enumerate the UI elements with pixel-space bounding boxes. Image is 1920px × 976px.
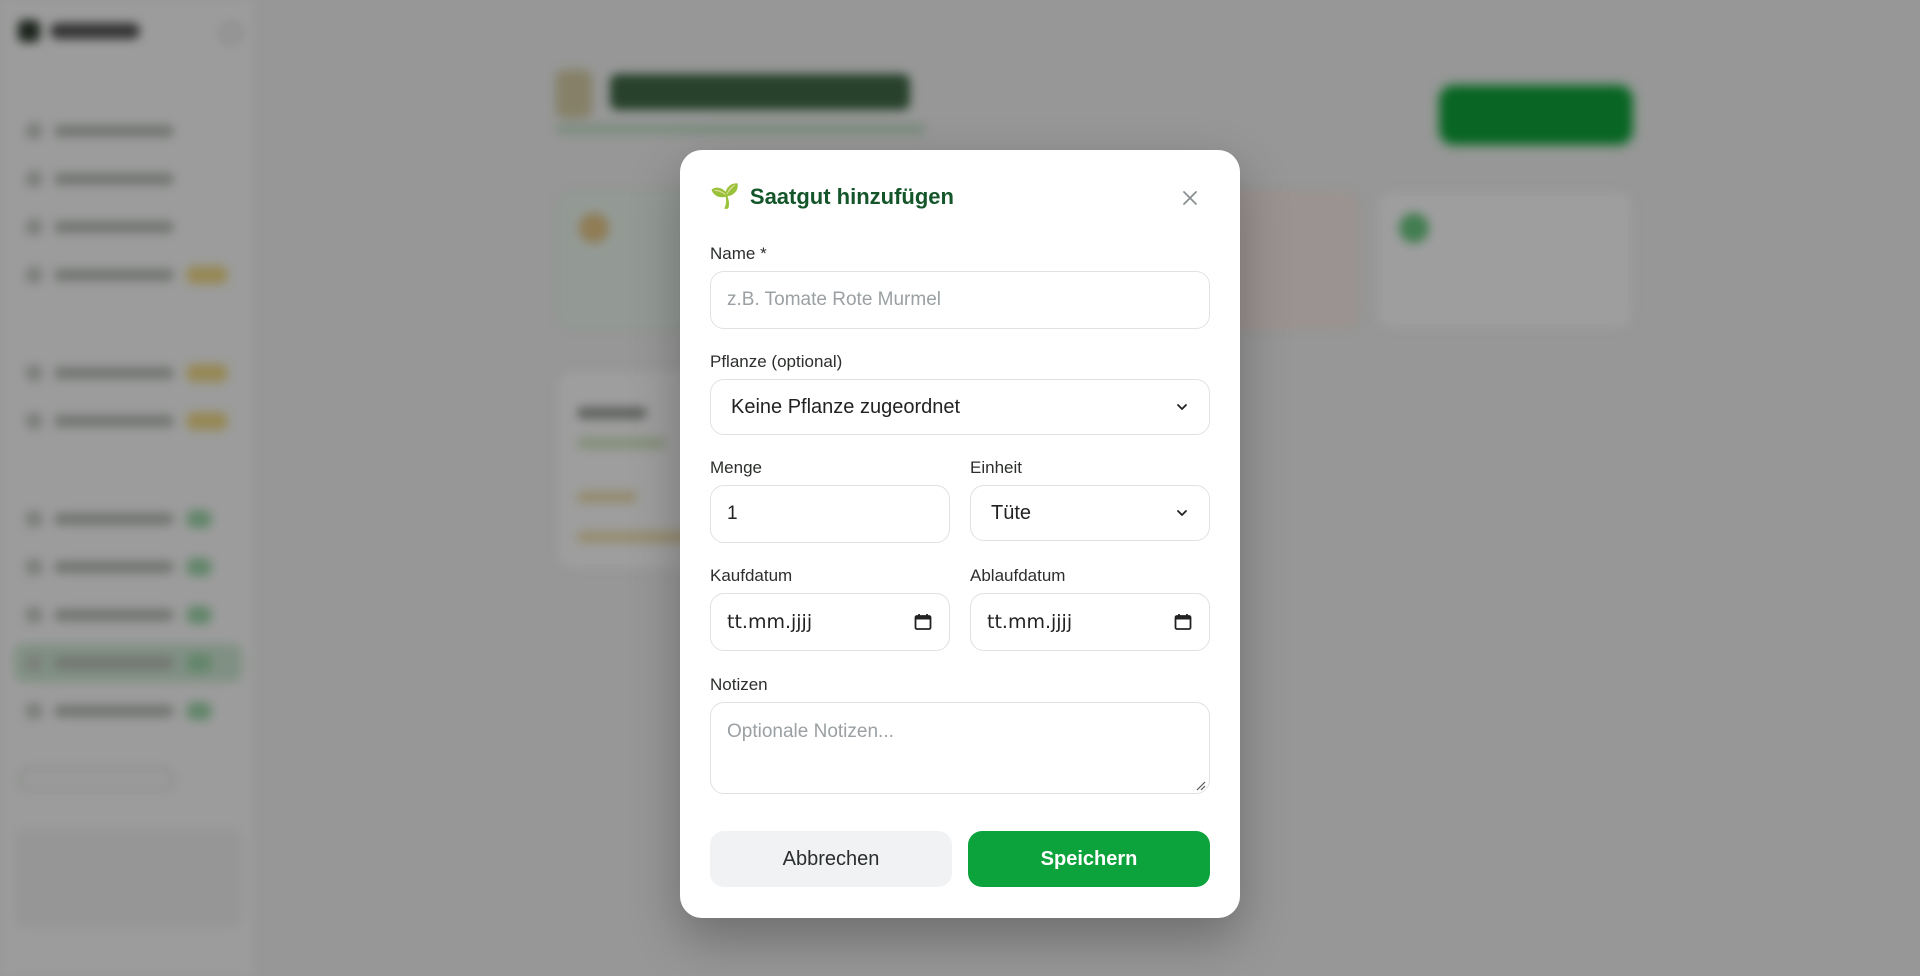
name-label: Name *: [710, 244, 767, 263]
close-button[interactable]: [1178, 186, 1202, 210]
chevron-down-icon: [1177, 510, 1187, 516]
close-icon: [1183, 191, 1197, 205]
purchase-date-value: tt.mm.jjjj: [727, 611, 813, 633]
notes-label: Notizen: [710, 675, 768, 694]
chevron-down-icon: [1177, 404, 1187, 410]
seedling-icon: 🌱: [710, 183, 740, 210]
unit-select[interactable]: Tüte: [970, 485, 1210, 541]
expiry-date-value: tt.mm.jjjj: [987, 611, 1073, 633]
purchase-date-input[interactable]: tt.mm.jjjj: [710, 593, 950, 651]
quantity-input[interactable]: [710, 485, 950, 543]
quantity-label: Menge: [710, 458, 762, 477]
plant-select[interactable]: Keine Pflanze zugeordnet: [710, 379, 1210, 435]
name-input[interactable]: [710, 271, 1210, 329]
plant-label: Pflanze (optional): [710, 352, 843, 371]
save-button[interactable]: Speichern: [968, 831, 1210, 887]
dialog-title: Saatgut hinzufügen: [749, 184, 954, 209]
unit-label: Einheit: [970, 458, 1022, 477]
expiry-date-input[interactable]: tt.mm.jjjj: [970, 593, 1210, 651]
expiry-date-label: Ablaufdatum: [970, 566, 1066, 585]
purchase-date-label: Kaufdatum: [710, 566, 793, 585]
cancel-button[interactable]: Abbrechen: [710, 831, 952, 887]
dialog-header: 🌱 Saatgut hinzufügen: [710, 184, 954, 210]
plant-select-value: Keine Pflanze zugeordnet: [731, 395, 961, 418]
resize-handle-icon[interactable]: [1194, 779, 1206, 791]
calendar-icon[interactable]: [913, 612, 933, 632]
calendar-icon[interactable]: [1173, 612, 1193, 632]
add-seed-dialog: 🌱 Saatgut hinzufügen Name * Pflanze (opt…: [680, 150, 1240, 918]
unit-select-value: Tüte: [991, 501, 1032, 524]
notes-textarea[interactable]: [710, 702, 1210, 794]
